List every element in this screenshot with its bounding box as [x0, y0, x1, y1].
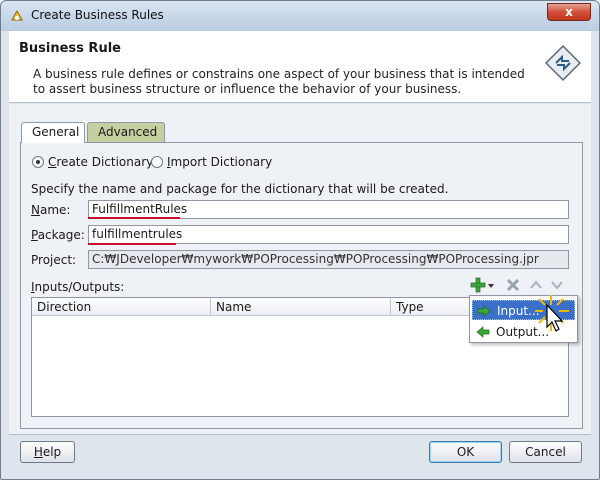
delete-icon[interactable]	[505, 277, 521, 293]
name-red-underline	[88, 217, 180, 219]
create-business-rules-dialog: Create Business Rules x Business Rule A …	[0, 0, 600, 480]
project-field: C:₩JDeveloper₩mywork₩POProcessing₩POProc…	[88, 250, 569, 269]
column-header-direction[interactable]: Direction	[37, 300, 91, 314]
footer-separator	[9, 434, 591, 435]
title-bar[interactable]: Create Business Rules x	[1, 1, 599, 31]
import-dictionary-label[interactable]: Import Dictionary	[167, 155, 272, 169]
close-icon: x	[565, 5, 573, 19]
add-icon[interactable]	[470, 277, 486, 293]
create-dictionary-radio[interactable]	[32, 156, 44, 168]
business-rule-diamond-icon	[544, 44, 582, 82]
column-header-type[interactable]: Type	[396, 300, 424, 314]
package-label: Package:	[31, 228, 85, 242]
name-label: Name:	[31, 203, 71, 217]
header-banner: Business Rule A business rule defines or…	[9, 31, 591, 103]
column-separator	[390, 298, 391, 316]
help-button[interactable]: Help	[20, 441, 75, 463]
package-field[interactable]: fulfillmentrules	[88, 225, 569, 244]
cancel-button[interactable]: Cancel	[509, 441, 582, 463]
create-dictionary-label[interactable]: Create Dictionary	[48, 155, 153, 169]
column-separator	[210, 298, 211, 316]
tab-advanced[interactable]: Advanced	[87, 122, 165, 142]
mouse-pointer-icon	[535, 295, 569, 332]
dropdown-arrow-icon[interactable]	[486, 277, 496, 293]
tab-general[interactable]: General	[21, 122, 85, 143]
project-label: Project:	[31, 253, 77, 267]
window-title: Create Business Rules	[31, 8, 164, 22]
output-arrow-icon	[476, 326, 490, 338]
jdeveloper-app-icon	[11, 9, 23, 21]
inputs-outputs-label: Inputs/Outputs:	[31, 280, 125, 294]
package-red-underline	[88, 243, 176, 245]
ok-button[interactable]: OK	[429, 441, 502, 463]
column-header-name[interactable]: Name	[216, 300, 251, 314]
instruction-text: Specify the name and package for the dic…	[31, 182, 449, 196]
import-dictionary-radio[interactable]	[151, 156, 163, 168]
close-button[interactable]: x	[547, 3, 591, 21]
input-arrow-icon	[477, 305, 491, 317]
header-title: Business Rule	[19, 41, 121, 56]
header-description: A business rule defines or constrains on…	[33, 67, 525, 96]
